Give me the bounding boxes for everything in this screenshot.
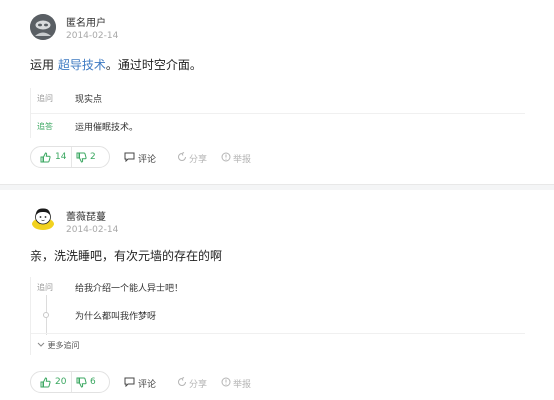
vote-group: 20 6 xyxy=(30,371,110,393)
comment-label: 评论 xyxy=(138,380,157,390)
downvote-count: 6 xyxy=(90,377,96,387)
follow-up-tag: 追问 xyxy=(37,283,53,292)
downvote-count: 2 xyxy=(90,152,96,162)
answer-date: 2014-02-14 xyxy=(66,225,119,235)
downvote-button[interactable]: 6 xyxy=(71,372,110,392)
comment-button[interactable]: 评论 xyxy=(124,374,160,392)
report-icon xyxy=(221,152,231,162)
follow-up-thread: 追问 现实点 追答 运用催眠技术。 xyxy=(30,88,525,138)
anonymous-avatar-icon[interactable] xyxy=(30,14,56,40)
share-icon xyxy=(178,377,186,386)
follow-up-text: 现实点 xyxy=(75,95,103,105)
more-follow-ups-link[interactable]: 更多追问 xyxy=(37,340,80,351)
keyword-link[interactable]: 超导技术 xyxy=(58,58,106,72)
report-label: 举报 xyxy=(233,155,252,165)
follow-up-answer-text: 运用催眠技术。 xyxy=(75,123,139,133)
comment-icon xyxy=(124,377,135,387)
upvote-button[interactable]: 20 xyxy=(31,372,70,392)
report-label: 举报 xyxy=(233,380,252,390)
downvote-button[interactable]: 2 xyxy=(71,147,110,167)
username[interactable]: 匿名用户 xyxy=(66,14,106,29)
username[interactable]: 蕾薇琵蔓 xyxy=(66,208,106,223)
divider xyxy=(31,333,525,334)
answer-text: 运用 超导技术。通过时空介面。 xyxy=(30,56,202,73)
share-label: 分享 xyxy=(189,155,208,165)
thumbs-up-icon xyxy=(40,152,51,163)
answer-separator xyxy=(0,184,554,190)
thumbs-down-icon xyxy=(76,152,87,163)
comment-button[interactable]: 评论 xyxy=(124,149,160,167)
follow-up-tag: 追问 xyxy=(37,94,53,103)
report-button[interactable]: 举报 xyxy=(221,149,257,167)
follow-up-text: 为什么都叫我作梦呀 xyxy=(75,312,157,322)
share-button[interactable]: 分享 xyxy=(177,149,213,167)
chevron-down-icon xyxy=(37,342,45,347)
answer-text-suffix: 。通过时空介面。 xyxy=(105,58,202,72)
share-label: 分享 xyxy=(189,380,208,390)
answer-date: 2014-02-14 xyxy=(66,31,119,41)
report-icon xyxy=(221,377,231,387)
answer-card: 匿名用户 2014-02-14 运用 超导技术。通过时空介面。 追问 现实点 追… xyxy=(0,0,554,182)
comment-icon xyxy=(124,152,135,162)
more-follow-ups-label: 更多追问 xyxy=(47,341,80,350)
answer-text-prefix: 运用 xyxy=(30,58,58,72)
vote-group: 14 2 xyxy=(30,146,110,168)
follow-up-text: 给我介绍一个能人异士吧！ xyxy=(75,284,184,294)
answer-card: 蕾薇琵蔓 2014-02-14 亲，洗洗睡吧，有次元墙的存在的啊 追问 给我介绍… xyxy=(0,195,554,400)
comment-label: 评论 xyxy=(138,155,157,165)
upvote-count: 14 xyxy=(55,152,67,162)
thumbs-up-icon xyxy=(40,377,51,388)
thumbs-down-icon xyxy=(76,377,87,388)
answer-text: 亲，洗洗睡吧，有次元墙的存在的啊 xyxy=(30,249,223,263)
follow-up-answer-tag: 追答 xyxy=(37,122,53,131)
thread-dot xyxy=(43,312,49,318)
report-button[interactable]: 举报 xyxy=(221,374,257,392)
upvote-count: 20 xyxy=(55,377,67,387)
share-button[interactable]: 分享 xyxy=(177,374,213,392)
share-icon xyxy=(178,152,186,161)
upvote-button[interactable]: 14 xyxy=(31,147,70,167)
divider xyxy=(31,113,525,114)
cartoon-avatar-icon[interactable] xyxy=(30,205,56,231)
follow-up-thread: 追问 给我介绍一个能人异士吧！ 为什么都叫我作梦呀 更多追问 xyxy=(30,277,525,355)
